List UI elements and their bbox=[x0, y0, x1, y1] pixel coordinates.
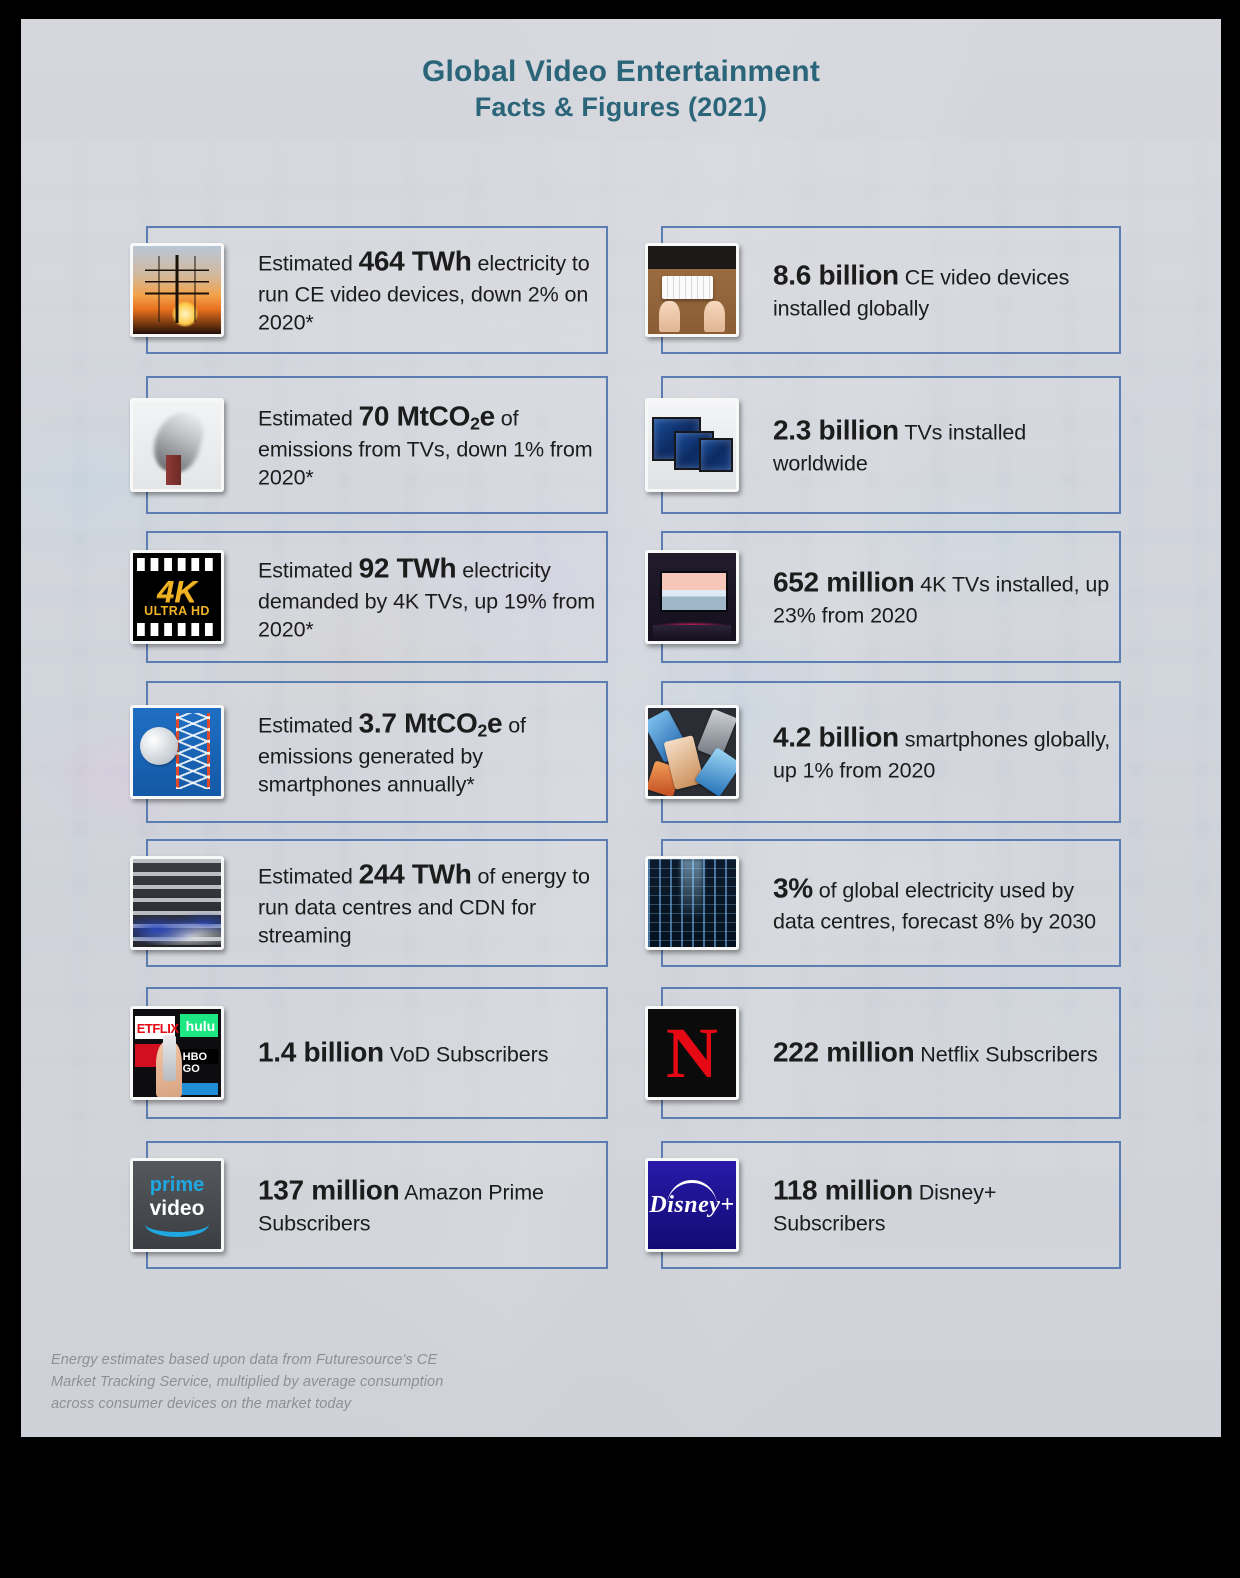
page-title: Global Video Entertainment Facts & Figur… bbox=[21, 53, 1221, 125]
smokestack-emissions-icon bbox=[130, 398, 224, 492]
fact-card: prime video 137 million Amazon Prime Subsc… bbox=[130, 1141, 608, 1269]
satellite-mast-icon bbox=[130, 705, 224, 799]
fact-text: Estimated 3.7 MtCO2e of emissions genera… bbox=[258, 706, 598, 799]
fact-tail: worldwide bbox=[773, 451, 868, 476]
footnote-line-2: Market Tracking Service, multiplied by a… bbox=[33, 1371, 553, 1393]
fact-card: 4.2 billion smartphones globally, up 1% … bbox=[645, 681, 1121, 823]
fact-tail: Netflix Subscribers bbox=[914, 1042, 1098, 1067]
fact-text: 118 million Disney+ Subscribers bbox=[773, 1173, 1111, 1238]
television-set-icon bbox=[645, 398, 739, 492]
fact-text: 3% of global electricity used by data ce… bbox=[773, 871, 1111, 936]
fact-value: 3% bbox=[773, 872, 813, 904]
footnote-text-3: across consumer devices on the market to… bbox=[51, 1396, 352, 1413]
fact-value: 244 TWh bbox=[358, 858, 472, 890]
fact-card: 1.4 billion VoD Subscribers bbox=[130, 987, 608, 1119]
fact-tail: VoD Subscribers bbox=[383, 1042, 549, 1067]
fact-card-grid: Estimated 464 TWh electricity to run CE … bbox=[21, 19, 1221, 1437]
fact-value: 2.3 billion bbox=[773, 414, 899, 446]
fact-card: 652 million 4K TVs installed, up 23% fro… bbox=[645, 531, 1121, 663]
fact-card: Estimated 3.7 MtCO2e of emissions genera… bbox=[130, 681, 608, 823]
fact-rest: of bbox=[494, 406, 519, 431]
fact-text: 222 million Netflix Subscribers bbox=[773, 1035, 1111, 1072]
fact-card: 2.3 billion TVs installed worldwide bbox=[645, 376, 1121, 514]
fact-lead: Estimated bbox=[258, 713, 359, 738]
fact-tail: emissions from TVs, down 1% from 2020* bbox=[258, 437, 593, 490]
server-rack-icon bbox=[130, 856, 224, 950]
footnote-text-1: Energy estimates based upon data from Fu… bbox=[51, 1352, 438, 1368]
fact-card: Estimated 70 MtCO2e of emissions from TV… bbox=[130, 376, 608, 514]
fact-tail: Subscribers bbox=[258, 1211, 371, 1236]
fact-text: Estimated 244 TWh of energy to run data … bbox=[258, 857, 598, 950]
fact-value: 92 TWh bbox=[358, 552, 457, 584]
fact-card: Estimated 464 TWh electricity to run CE … bbox=[130, 226, 608, 354]
fact-tail: installed globally bbox=[773, 296, 929, 321]
smartphone-pile-icon bbox=[645, 705, 739, 799]
amazon-prime-video-icon: prime video bbox=[130, 1158, 224, 1252]
fact-card: 8.6 billion CE video devices installed g… bbox=[645, 226, 1121, 354]
image-frame: Global Video Entertainment Facts & Figur… bbox=[0, 0, 1240, 1578]
desk-keyboard-icon bbox=[645, 243, 739, 337]
fact-card: Estimated 244 TWh of energy to run data … bbox=[130, 839, 608, 967]
fact-text: 8.6 billion CE video devices installed g… bbox=[773, 258, 1111, 323]
4k-ultra-hd-icon: 4K ULTRA HD bbox=[130, 550, 224, 644]
fact-card: 3% of global electricity used by data ce… bbox=[645, 839, 1121, 967]
fact-rest: smartphones bbox=[898, 727, 1028, 752]
fact-rest: CE video devices bbox=[898, 265, 1070, 290]
fact-value: 1.4 billion bbox=[258, 1036, 384, 1068]
fact-text: Estimated 92 TWh electricity demanded by… bbox=[258, 551, 598, 644]
fact-text: Estimated 464 TWh electricity to run CE … bbox=[258, 244, 598, 337]
fact-value: 118 million bbox=[773, 1174, 913, 1206]
fact-lead: Estimated bbox=[258, 406, 359, 431]
streaming-apps-icon bbox=[130, 1006, 224, 1100]
fact-card: Disney+ 118 million Disney+ Subscribers bbox=[645, 1141, 1121, 1269]
footnote-line-1: *Energy estimates based upon data from F… bbox=[33, 1349, 553, 1371]
fact-value: 137 million bbox=[258, 1174, 400, 1206]
fact-rest: TVs installed bbox=[898, 420, 1027, 445]
title-line-1: Global Video Entertainment bbox=[421, 55, 821, 88]
infographic-plate: Global Video Entertainment Facts & Figur… bbox=[21, 19, 1221, 1437]
fact-lead: Estimated bbox=[258, 864, 359, 889]
fact-text: 137 million Amazon Prime Subscribers bbox=[258, 1173, 598, 1238]
fact-card: N 222 million Netflix Subscribers bbox=[645, 987, 1121, 1119]
fact-value: 3.7 MtCO2e bbox=[358, 707, 503, 741]
fact-text: 2.3 billion TVs installed worldwide bbox=[773, 413, 1111, 478]
footnote-text-2: Market Tracking Service, multiplied by a… bbox=[51, 1374, 444, 1391]
netflix-icon: N bbox=[645, 1006, 739, 1100]
disney-plus-icon: Disney+ bbox=[645, 1158, 739, 1252]
fact-card: 4K ULTRA HD Estimated 92 TWh electricity d… bbox=[130, 531, 608, 663]
4k-living-room-tv-icon bbox=[645, 550, 739, 644]
fact-value: 8.6 billion bbox=[773, 259, 899, 291]
title-line-2: Facts & Figures (2021) bbox=[474, 92, 768, 123]
fact-value: 464 TWh bbox=[358, 245, 472, 277]
fact-rest: of bbox=[471, 864, 496, 889]
footnote: *Energy estimates based upon data from F… bbox=[33, 1349, 553, 1415]
fact-text: 652 million 4K TVs installed, up 23% fro… bbox=[773, 565, 1111, 630]
fact-text: 1.4 billion VoD Subscribers bbox=[258, 1035, 598, 1072]
fact-value: 70 MtCO2e bbox=[358, 400, 496, 434]
fact-rest: Amazon Prime bbox=[399, 1180, 544, 1205]
footnote-marker: * bbox=[33, 1349, 51, 1371]
fact-tail: emissions generated by smartphones annua… bbox=[258, 744, 483, 797]
electricity-pylon-icon bbox=[130, 243, 224, 337]
fact-rest: of bbox=[502, 713, 526, 738]
fact-lead: Estimated bbox=[258, 251, 359, 276]
fact-rest: of global electricity used bbox=[812, 878, 1046, 903]
fact-value: 652 million bbox=[773, 566, 915, 598]
data-centre-icon bbox=[645, 856, 739, 950]
fact-value: 222 million bbox=[773, 1036, 915, 1068]
fact-lead: Estimated bbox=[258, 558, 359, 583]
fact-text: Estimated 70 MtCO2e of emissions from TV… bbox=[258, 399, 598, 492]
footnote-line-3: across consumer devices on the market to… bbox=[33, 1393, 553, 1415]
fact-text: 4.2 billion smartphones globally, up 1% … bbox=[773, 720, 1111, 785]
fact-value: 4.2 billion bbox=[773, 721, 899, 753]
